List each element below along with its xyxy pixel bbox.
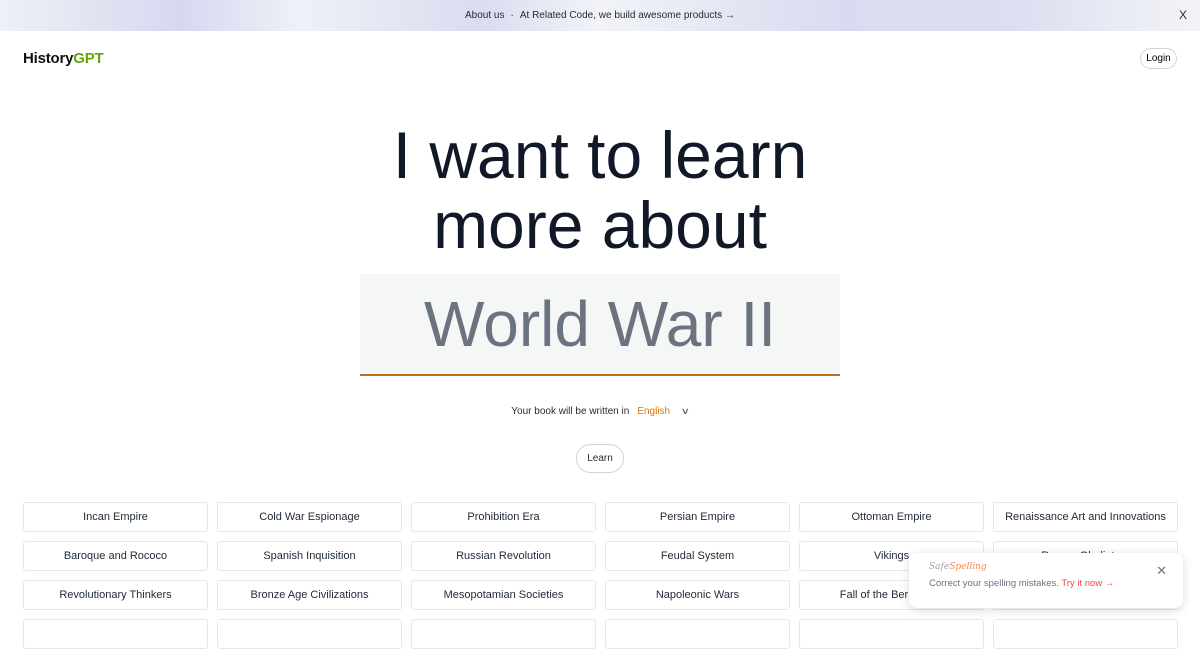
topic-tile[interactable]: Ottoman Empire [799, 502, 984, 532]
topic-tile[interactable]: Feudal System [605, 541, 790, 571]
topic-input[interactable] [360, 274, 840, 376]
topic-tile[interactable]: Russian Revolution [411, 541, 596, 571]
logo-accent: GPT [73, 50, 104, 67]
promo-link[interactable]: At Related Code, we build awesome produc… [520, 10, 735, 21]
topic-tile[interactable]: Renaissance Art and Innovations [993, 502, 1178, 532]
hero-heading: I want to learn more about [0, 120, 1200, 260]
toast-message: Correct your spelling mistakes. [929, 578, 1059, 589]
hero-line-2: more about [433, 188, 767, 262]
language-select[interactable]: English [637, 406, 670, 417]
language-selector-row: Your book will be written in English ∨ [0, 406, 1200, 417]
banner-close-icon[interactable]: X [1179, 8, 1187, 22]
topic-tile[interactable]: Mesopotamian Societies [411, 580, 596, 610]
safespelling-toast: SafeSpelling Correct your spelling mista… [909, 553, 1183, 608]
topic-tile[interactable]: Napoleonic Wars [605, 580, 790, 610]
login-button[interactable]: Login [1140, 48, 1177, 69]
logo-main: History [23, 50, 74, 67]
separator: · [510, 10, 514, 21]
topic-tile[interactable]: Revolutionary Thinkers [23, 580, 208, 610]
topic-tile[interactable] [23, 619, 208, 649]
about-us-link[interactable]: About us [465, 10, 504, 21]
topic-tile[interactable]: Prohibition Era [411, 502, 596, 532]
learn-button[interactable]: Learn [576, 444, 624, 473]
topic-tile[interactable]: Bronze Age Civilizations [217, 580, 402, 610]
topic-tile[interactable]: Persian Empire [605, 502, 790, 532]
logo[interactable]: HistoryGPT [23, 50, 104, 67]
safespelling-logo: SafeSpelling [929, 562, 987, 572]
chevron-down-icon[interactable]: ∨ [681, 406, 690, 417]
topic-tile[interactable] [605, 619, 790, 649]
topic-tile[interactable]: Cold War Espionage [217, 502, 402, 532]
hero-line-1: I want to learn [392, 118, 808, 192]
topic-tile[interactable] [411, 619, 596, 649]
toast-close-icon[interactable]: ✕ [1156, 563, 1167, 579]
topic-tile[interactable] [217, 619, 402, 649]
topic-tile[interactable]: Spanish Inquisition [217, 541, 402, 571]
try-it-now-link[interactable]: Try it now → [1061, 578, 1114, 589]
topic-tile[interactable] [993, 619, 1178, 649]
topic-tile[interactable] [799, 619, 984, 649]
announcement-banner: About us · At Related Code, we build awe… [0, 0, 1200, 31]
topic-tile[interactable]: Incan Empire [23, 502, 208, 532]
language-prefix: Your book will be written in [511, 406, 630, 417]
topic-tile[interactable]: Baroque and Rococo [23, 541, 208, 571]
